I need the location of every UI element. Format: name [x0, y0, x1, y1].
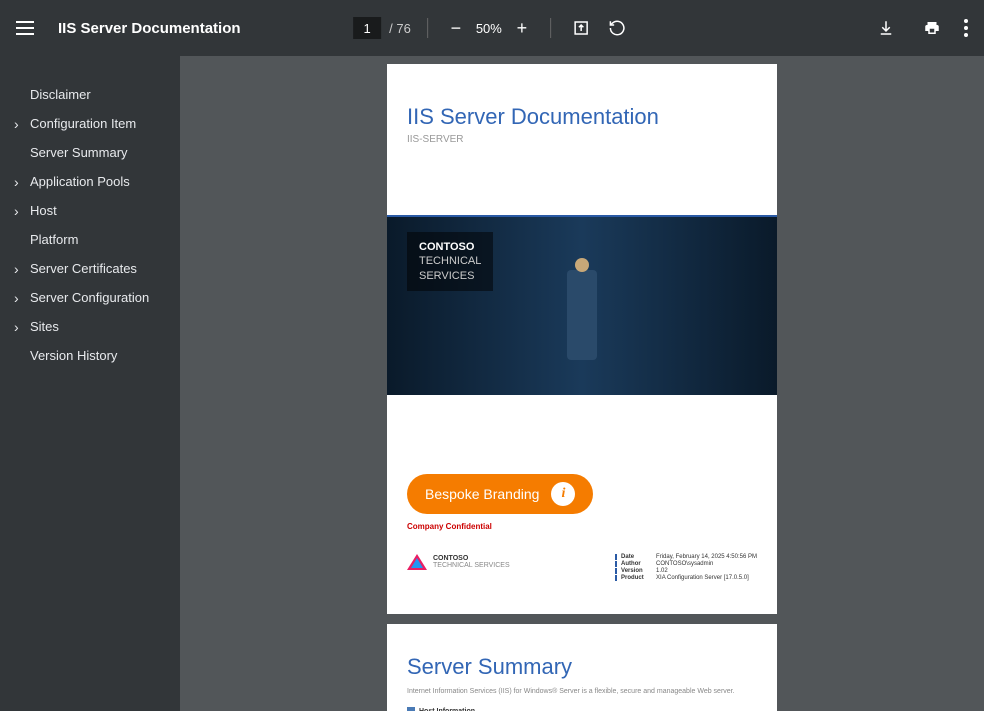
divider [550, 18, 551, 38]
divider [427, 18, 428, 38]
page-title: Server Summary [407, 654, 777, 680]
info-icon: i [551, 482, 575, 506]
pdf-toolbar: IIS Server Documentation / 76 − 50% + [0, 0, 984, 56]
server-icon [407, 707, 415, 711]
fit-page-icon[interactable] [567, 14, 595, 42]
page-subtitle: IIS-SERVER [407, 134, 777, 145]
page-total: / 76 [389, 21, 411, 36]
hero-brand-label: CONTOSO TECHNICAL SERVICES [407, 232, 493, 291]
hero-image: CONTOSO TECHNICAL SERVICES [387, 215, 777, 395]
menu-icon[interactable] [16, 21, 34, 35]
zoom-in-button[interactable]: + [510, 18, 534, 39]
page-title: IIS Server Documentation [407, 104, 777, 130]
host-info-section: Host Information Computer Fully Qualifie… [407, 707, 757, 711]
page-number-input[interactable] [353, 17, 381, 39]
download-icon[interactable] [872, 14, 900, 42]
pdf-page-1: IIS Server Documentation IIS-SERVER CONT… [387, 64, 777, 614]
page-intro: Internet Information Services (IIS) for … [407, 688, 757, 695]
document-title: IIS Server Documentation [58, 20, 241, 37]
zoom-out-button[interactable]: − [444, 18, 468, 39]
confidential-label: Company Confidential [407, 522, 492, 531]
logo-icon [407, 554, 427, 570]
more-options-icon[interactable] [964, 19, 968, 37]
pdf-page-2: Server Summary Internet Information Serv… [387, 624, 777, 711]
hero-person-illustration [567, 270, 597, 360]
contoso-logo: CONTOSO TECHNICAL SERVICES [407, 554, 510, 570]
branding-callout[interactable]: Bespoke Branding i [407, 474, 593, 514]
rotate-icon[interactable] [603, 14, 631, 42]
document-metadata: DateFriday, February 14, 2025 4:50:56 PM… [615, 554, 757, 582]
print-icon[interactable] [918, 14, 946, 42]
page-viewport[interactable]: IIS Server Documentation IIS-SERVER CONT… [0, 56, 984, 711]
zoom-level: 50% [476, 21, 502, 36]
